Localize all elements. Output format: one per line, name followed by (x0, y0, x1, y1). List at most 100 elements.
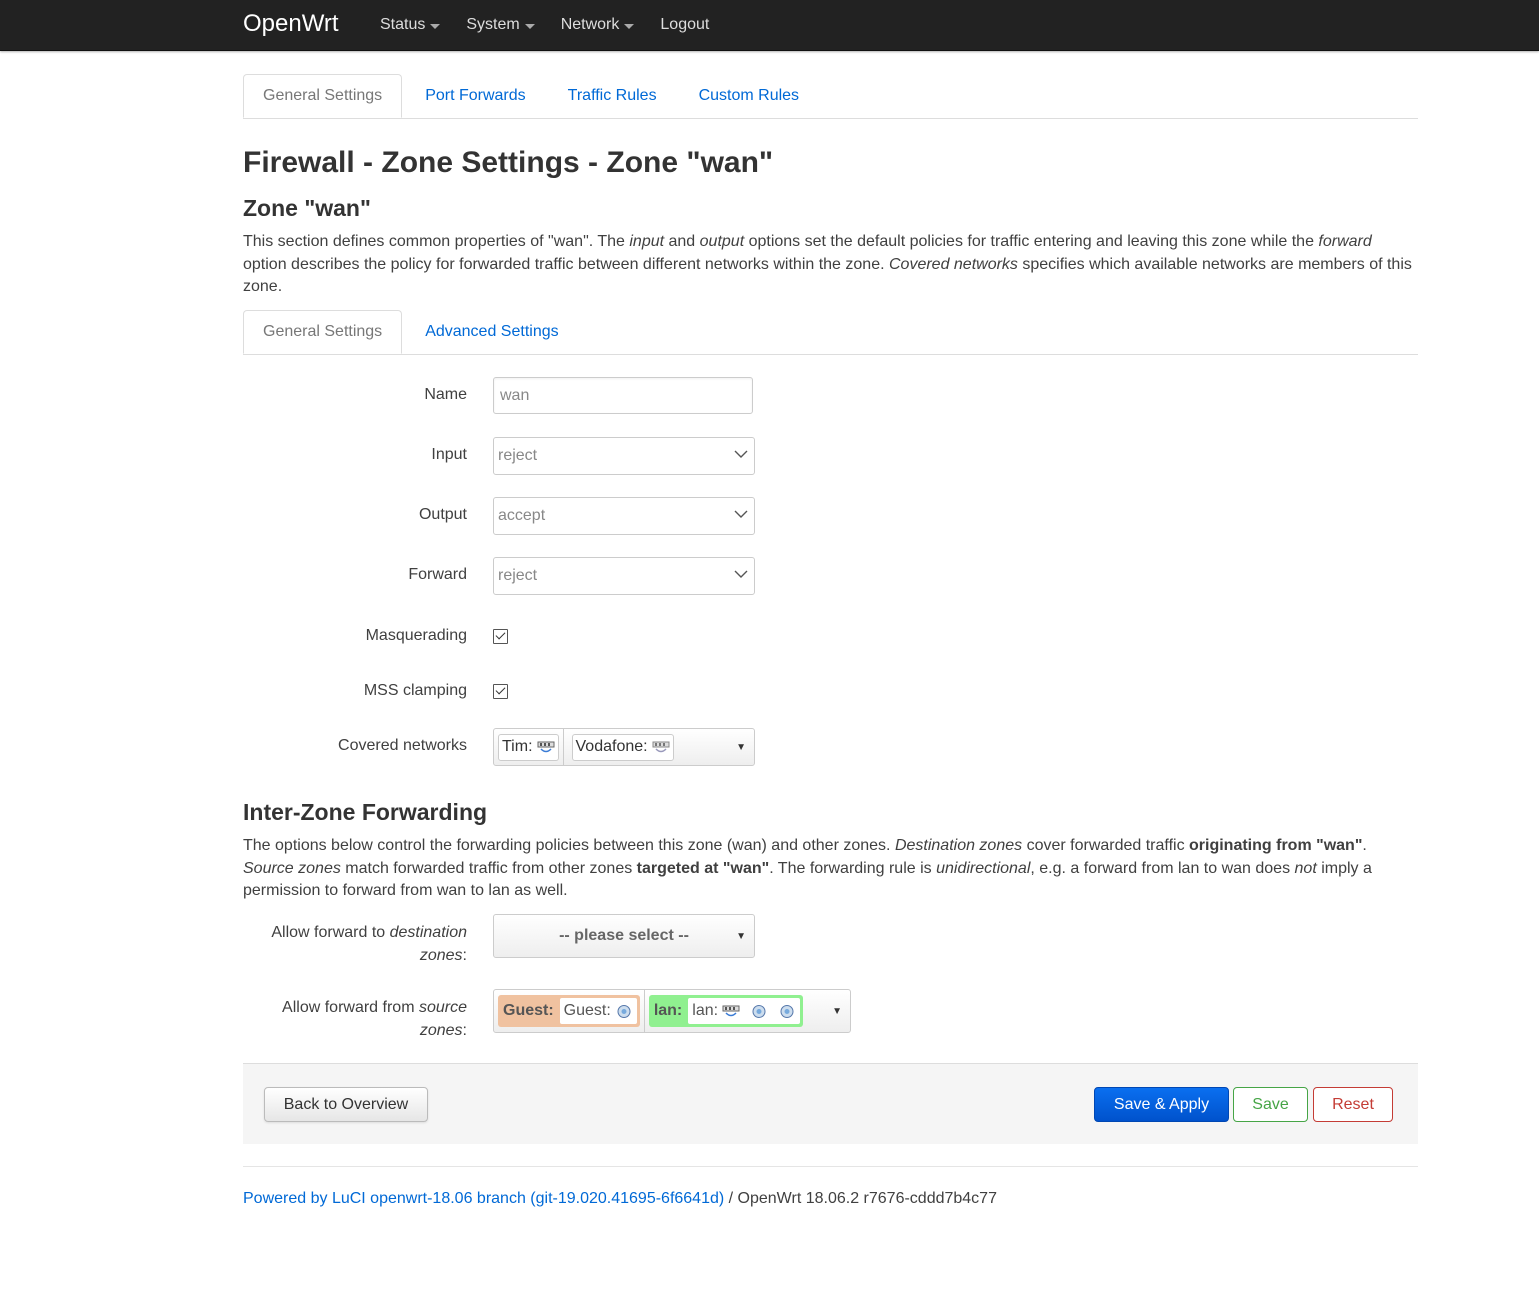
forward-select[interactable]: reject (493, 557, 755, 595)
desc-bold: originating from "wan" (1189, 837, 1363, 854)
dest-zones-placeholder: -- please select -- (559, 927, 689, 944)
page-title: Firewall - Zone Settings - Zone "wan" (243, 146, 774, 179)
output-select[interactable]: accept (493, 497, 755, 535)
network-chip-vodafone[interactable]: Vodafone: (571, 733, 674, 761)
section-description: This section defines common properties o… (243, 231, 1413, 299)
nav-system-label: System (466, 16, 520, 33)
save-apply-button[interactable]: Save & Apply (1094, 1087, 1229, 1122)
input-select-value: reject (498, 447, 538, 464)
network-chip-tim[interactable]: Tim: (498, 733, 559, 761)
ethernet-icon (537, 741, 555, 752)
input-select[interactable]: reject (493, 437, 755, 475)
page-tabs: General Settings Port Forwards Traffic R… (243, 74, 1418, 119)
dropdown-arrow-icon: ▼ (832, 1006, 842, 1017)
mss-clamping-checkbox[interactable] (493, 684, 508, 699)
label-italic: zones (419, 1021, 463, 1039)
label-italic: destination (389, 924, 467, 941)
zone-network-label: lan: (692, 1002, 719, 1019)
luci-link[interactable]: Powered by LuCI openwrt-18.06 branch (gi… (243, 1190, 724, 1207)
zone-network-label: Guest: (563, 1002, 611, 1019)
subtab-general-settings[interactable]: General Settings (243, 310, 403, 354)
dropdown-arrow-icon: ▼ (736, 742, 746, 753)
nav-network-label: Network (560, 16, 620, 33)
save-button[interactable]: Save (1233, 1087, 1308, 1122)
desc-text: option describes the policy for forwarde… (243, 255, 889, 273)
desc-italic: forward (1318, 233, 1372, 250)
reset-button[interactable]: Reset (1313, 1087, 1393, 1122)
main-nav: Status System Network Logout (380, 0, 735, 50)
masquerading-checkbox[interactable] (493, 629, 508, 644)
desc-text: match forwarded traffic from other zones (340, 859, 637, 877)
zone-networks: lan: (688, 998, 801, 1024)
name-input[interactable]: wan (493, 377, 753, 414)
nav-logout[interactable]: Logout (660, 16, 709, 34)
mss-clamping-label: MSS clamping (363, 682, 467, 699)
divider (643, 989, 645, 1033)
nav-status[interactable]: Status (380, 16, 441, 34)
caret-down-icon (524, 23, 535, 29)
label-italic: source (418, 999, 467, 1016)
desc-text: . The forwarding rule is (769, 859, 937, 877)
forward-select-value: reject (498, 567, 538, 584)
back-to-overview-button[interactable]: Back to Overview (264, 1087, 428, 1122)
chevron-down-icon (734, 450, 748, 458)
covered-networks-label: Covered networks (338, 737, 467, 754)
ethernet-icon (652, 741, 670, 752)
output-row: Output accept (243, 497, 1418, 535)
izf-title: Inter-Zone Forwarding (243, 799, 488, 825)
tab-traffic-rules[interactable]: Traffic Rules (549, 74, 676, 118)
masquerading-row: Masquerading (243, 627, 1418, 644)
src-zones-dropdown[interactable]: Guest: Guest: lan: lan: ▼ (493, 989, 851, 1033)
network-chip-label: Vodafone: (575, 738, 648, 755)
covered-networks-row: Covered networks Tim: Vodafone: ▼ (243, 728, 1418, 766)
masquerading-label: Masquerading (365, 627, 467, 644)
zone-chip-lan[interactable]: lan: lan: (648, 995, 804, 1027)
zone-chip-guest[interactable]: Guest: Guest: (498, 995, 640, 1027)
nav-network[interactable]: Network (561, 16, 635, 34)
label-text: Allow forward to (271, 924, 390, 941)
name-label: Name (424, 386, 467, 403)
desc-bold: targeted at "wan" (636, 859, 770, 877)
desc-text: . (1362, 837, 1367, 854)
ethernet-icon (722, 1005, 740, 1016)
dest-zones-dropdown[interactable]: -- please select -- ▼ (493, 914, 755, 958)
divider (562, 728, 564, 766)
dest-zones-row: Allow forward to destination zones: -- pl… (243, 914, 1418, 964)
input-label: Input (431, 446, 467, 463)
output-select-value: accept (498, 507, 546, 524)
footer-version: / OpenWrt 18.06.2 r7676-cddd7b4c77 (724, 1190, 997, 1207)
tab-custom-rules[interactable]: Custom Rules (680, 74, 818, 118)
wifi-icon (780, 1004, 794, 1018)
desc-italic: not (1294, 859, 1317, 877)
src-zones-row: Allow forward from source zones: Guest: Gu… (243, 989, 1418, 1039)
network-chip-label: Tim: (502, 738, 533, 755)
tab-port-forwards[interactable]: Port Forwards (406, 74, 544, 118)
desc-italic: output (699, 233, 745, 250)
dropdown-arrow-icon: ▼ (736, 931, 746, 942)
wifi-icon (617, 1004, 631, 1018)
brand-logo[interactable]: OpenWrt (243, 10, 339, 38)
izf-description: The options below control the forwarding… (243, 835, 1413, 903)
desc-italic: Covered networks (888, 255, 1018, 273)
desc-text: , e.g. a forward from lan to wan does (1030, 859, 1295, 877)
nav-status-label: Status (380, 16, 426, 33)
covered-networks-dropdown[interactable]: Tim: Vodafone: ▼ (493, 728, 755, 766)
subtab-advanced-settings[interactable]: Advanced Settings (406, 310, 577, 354)
zone-name: lan: (653, 1002, 683, 1019)
desc-text: This section defines common properties o… (243, 233, 630, 250)
tab-general-settings[interactable]: General Settings (243, 74, 403, 118)
sub-tabs: General Settings Advanced Settings (243, 310, 1418, 355)
desc-italic: Destination zones (894, 837, 1023, 854)
nav-logout-label: Logout (660, 16, 710, 33)
desc-italic: unidirectional (936, 859, 1031, 877)
input-row: Input reject (243, 437, 1418, 475)
src-zones-label: Allow forward from source zones: (282, 999, 467, 1039)
forward-label: Forward (408, 566, 467, 583)
zone-name: Guest: (503, 1002, 554, 1019)
nav-system[interactable]: System (466, 16, 535, 34)
desc-text: cover forwarded traffic (1022, 837, 1190, 854)
desc-italic: Source zones (243, 859, 341, 877)
footer: Powered by LuCI openwrt-18.06 branch (gi… (243, 1166, 1418, 1208)
caret-down-icon (430, 23, 441, 29)
mss-clamping-row: MSS clamping (243, 682, 1418, 699)
